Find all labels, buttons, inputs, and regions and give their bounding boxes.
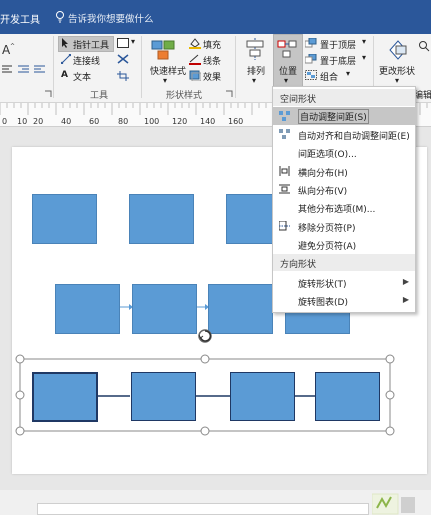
group-icon[interactable] [305, 70, 317, 83]
align-space-icon [279, 129, 290, 139]
menu-item-remove-page-break[interactable]: 移除分页符(P) [273, 217, 415, 235]
svg-text:^: ^ [10, 43, 15, 50]
send-to-back-button[interactable]: 置于底层 [320, 54, 356, 67]
align-icon[interactable] [245, 38, 265, 63]
font-grow-icon[interactable]: A ^ [2, 42, 16, 59]
send-to-back-icon[interactable] [304, 53, 317, 67]
connection-point-icon[interactable] [117, 54, 129, 67]
ruler-tick-label: 0 [2, 117, 8, 126]
change-shape-icon[interactable] [386, 38, 410, 63]
pointer-icon [61, 38, 70, 51]
fill-button[interactable]: 填充 [203, 38, 221, 51]
connector-tool-button[interactable]: 连接线 [73, 54, 100, 67]
pointer-tool-label: 指针工具 [73, 41, 110, 51]
watermark-logo-icon [371, 492, 431, 518]
crop-icon[interactable] [117, 71, 129, 84]
ruler-tick-label: 40 [61, 117, 72, 126]
title-bar: 开发工具 告诉我你想要做什么 [0, 0, 431, 34]
ruler-tick-label: 140 [200, 117, 216, 126]
menu-item-auto-space[interactable]: 自动调整间距(S) [273, 107, 415, 125]
shape-styles-group-label: 形状样式 [166, 91, 203, 101]
ruler-tick-label: 100 [144, 117, 160, 126]
group-button[interactable]: 组合 [320, 70, 338, 83]
quick-styles-button[interactable]: 快速样式 [150, 64, 186, 77]
lightbulb-icon [55, 10, 65, 26]
line-icon[interactable] [189, 54, 201, 68]
connector-icon [60, 53, 72, 67]
bring-to-front-button[interactable]: 置于顶层 [320, 38, 356, 51]
menu-item-spacing-options[interactable]: 间距选项(O)... [273, 143, 415, 161]
menu-section-spacing: 空间形状 [273, 89, 415, 106]
indent-icon[interactable] [18, 64, 30, 77]
menu-item-align-and-space[interactable]: 自动对齐和自动调整间距(E) [273, 125, 415, 143]
ruler-tick-label: 60 [89, 117, 100, 126]
menu-item-distribute-horizontal[interactable]: 横向分布(H) [273, 162, 415, 180]
menu-item-avoid-page-break[interactable]: 避免分页符(A) [273, 235, 415, 253]
effects-button[interactable]: 效果 [203, 70, 221, 83]
find-icon[interactable] [418, 40, 430, 55]
auto-space-icon [279, 111, 290, 121]
menu-item-rotate-shapes[interactable]: 旋转形状(T) ▶ [273, 273, 415, 291]
distribute-v-icon [279, 184, 290, 194]
menu-item-other-distribute[interactable]: 其他分布选项(M)... [273, 198, 415, 216]
bring-to-front-icon[interactable] [304, 37, 317, 51]
ruler-tick-label: 20 [33, 117, 44, 126]
dialog-launcher-icon[interactable] [44, 90, 52, 101]
edit-group-label: 编辑 [414, 91, 431, 101]
ruler-tick-label: 120 [172, 117, 188, 126]
effects-icon[interactable] [189, 70, 202, 84]
distribute-h-icon [279, 166, 290, 176]
align-left-icon[interactable] [2, 64, 14, 77]
submenu-arrow-icon: ▶ [402, 277, 409, 286]
shape-styles-launcher-icon[interactable] [225, 90, 233, 101]
page-break-icon [278, 220, 290, 231]
tools-group-label: 工具 [90, 91, 109, 101]
horizontal-scrollbar[interactable] [37, 503, 369, 515]
submenu-arrow-icon: ▶ [402, 295, 409, 304]
menu-item-rotate-diagram[interactable]: 旋转图表(D) ▶ [273, 291, 415, 309]
tab-developer[interactable]: 开发工具 [0, 11, 40, 26]
rectangle-tool-icon[interactable] [117, 38, 129, 48]
menu-section-orientation: 方向形状 [273, 254, 415, 271]
quick-styles-icon[interactable] [150, 38, 184, 67]
position-icon [277, 38, 297, 63]
menu-item-distribute-vertical[interactable]: 纵向分布(V) [273, 180, 415, 198]
position-dropdown-menu: 空间形状 自动调整间距(S) 自动对齐和自动调整间距(E) 间距选项(O)...… [272, 86, 416, 313]
outdent-icon[interactable] [34, 64, 46, 77]
ruler-tick-label: 80 [118, 117, 129, 126]
text-tool-icon: A [61, 70, 68, 80]
tell-me-box[interactable]: 告诉我你想要做什么 [68, 11, 154, 25]
text-tool-button[interactable]: 文本 [73, 70, 91, 83]
ruler-tick-label: 160 [228, 117, 244, 126]
line-button[interactable]: 线条 [203, 54, 221, 67]
status-bar [0, 490, 431, 515]
fill-icon[interactable] [189, 38, 201, 52]
ruler-tick-label: 10 [17, 117, 28, 126]
rectangle-dropdown-icon[interactable]: ▾ [131, 37, 135, 46]
